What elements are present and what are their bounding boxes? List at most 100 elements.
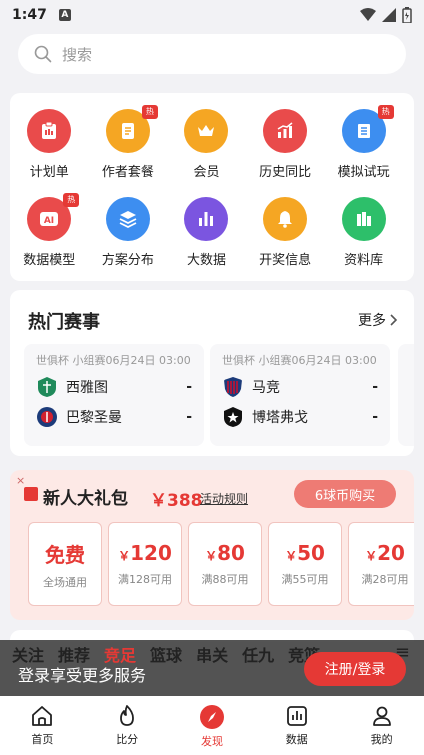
team-crest-icon bbox=[38, 377, 56, 397]
gift-price: ￥388 bbox=[150, 491, 203, 511]
bell-icon bbox=[263, 197, 308, 241]
grid-label: 计划单 bbox=[29, 165, 69, 180]
team-score: - bbox=[186, 409, 192, 425]
currency-symbol: ￥ bbox=[205, 549, 218, 563]
grid-item-history[interactable]: 历史同比 bbox=[246, 109, 325, 180]
team-score: - bbox=[372, 379, 378, 395]
away-team: 巴黎圣曼 - bbox=[36, 406, 196, 428]
home-team: 马竞 - bbox=[222, 376, 382, 398]
new-user-gift-package: × 新人大礼包 ￥388 活动规则 6球币购买 免费 全场通用 ￥120 满12… bbox=[10, 470, 414, 620]
library-icon bbox=[341, 197, 386, 241]
grid-item-distribution[interactable]: 方案分布 bbox=[89, 197, 168, 268]
team-crest-icon bbox=[224, 377, 242, 397]
nav-item-discover[interactable]: 发现 bbox=[170, 696, 255, 755]
status-icons bbox=[360, 7, 412, 23]
nav-item-data[interactable]: 数据 bbox=[254, 696, 339, 755]
team-name: 西雅图 bbox=[66, 380, 108, 396]
grid-item-plan[interactable]: 计划单 bbox=[10, 109, 89, 180]
close-icon[interactable]: × bbox=[16, 474, 25, 487]
trend-chart-icon bbox=[263, 109, 308, 153]
team-name: 巴黎圣曼 bbox=[66, 410, 122, 426]
ai-icon: AI 热 bbox=[27, 193, 80, 241]
coupon-value: 50 bbox=[297, 541, 325, 565]
grid-item-simulation[interactable]: 热 模拟试玩 bbox=[324, 105, 403, 180]
home-team: 西雅图 - bbox=[36, 376, 196, 398]
coupon-amount: ￥120 bbox=[118, 541, 172, 565]
grid-item-data-model[interactable]: AI 热 数据模型 bbox=[10, 193, 89, 268]
notification-icon: A bbox=[58, 9, 71, 21]
crown-icon bbox=[184, 109, 229, 153]
layers-icon bbox=[105, 197, 150, 241]
grid-item-lottery-info[interactable]: 开奖信息 bbox=[246, 197, 325, 268]
bar-chart-icon bbox=[184, 197, 229, 241]
rules-link[interactable]: 活动规则 bbox=[200, 490, 248, 507]
currency-symbol: ￥ bbox=[285, 549, 298, 563]
hot-badge: 热 bbox=[377, 105, 394, 119]
nav-item-score[interactable]: 比分 bbox=[85, 696, 170, 755]
coupon-card[interactable]: ￥50 满55可用 bbox=[268, 522, 342, 606]
team-score: - bbox=[186, 379, 192, 395]
coupon-card[interactable]: ￥120 满128可用 bbox=[108, 522, 182, 606]
register-login-button[interactable]: 注册/登录 bbox=[304, 652, 406, 686]
more-link[interactable]: 更多 bbox=[358, 310, 398, 330]
match-meta: 世俱杯 小组赛06月24日 03:00 bbox=[222, 354, 377, 367]
tab-renjiu[interactable]: 任九 bbox=[242, 642, 274, 666]
bottom-nav: 首页 比分 发现 数据 我的 bbox=[0, 696, 424, 755]
battery-icon bbox=[402, 7, 412, 23]
grid-item-library[interactable]: 资料库 bbox=[324, 197, 403, 268]
coupon-amount: 免费 bbox=[45, 542, 85, 567]
coupon-card[interactable]: 免费 全场通用 bbox=[28, 522, 102, 606]
nav-label: 比分 bbox=[116, 733, 139, 746]
coupon-card[interactable]: ￥20 满28可用 bbox=[348, 522, 414, 606]
signal-icon bbox=[382, 8, 396, 22]
coupon-condition: 满55可用 bbox=[281, 573, 329, 586]
coupon-condition: 满88可用 bbox=[201, 573, 249, 586]
tab-basketball[interactable]: 篮球 bbox=[150, 642, 182, 666]
status-time: 1:47 bbox=[12, 7, 47, 23]
search-input[interactable]: 搜索 bbox=[18, 34, 406, 74]
grid-item-big-data[interactable]: 大数据 bbox=[167, 197, 246, 268]
grid-label: 作者套餐 bbox=[101, 165, 154, 180]
coupon-value: 20 bbox=[377, 541, 405, 565]
team-crest-icon bbox=[37, 407, 57, 427]
coupon-card[interactable]: ￥80 满88可用 bbox=[188, 522, 262, 606]
hot-badge: 热 bbox=[141, 105, 158, 119]
match-card[interactable]: 世俱杯 小组赛06月24日 03:00 西雅图 - 巴黎圣曼 - bbox=[24, 344, 204, 446]
login-banner: 关注 推荐 竞足 篮球 串关 任九 竞篮 ≡ 登录享受更多服务 注册/登录 bbox=[0, 640, 424, 696]
home-icon bbox=[32, 706, 53, 726]
grid-label: 数据模型 bbox=[23, 253, 76, 268]
status-bar: 1:47 A bbox=[0, 0, 424, 30]
tab-parlay[interactable]: 串关 bbox=[196, 642, 228, 666]
coupon-value: 120 bbox=[130, 541, 172, 565]
book-icon: 热 bbox=[341, 105, 394, 153]
more-label: 更多 bbox=[358, 313, 386, 329]
feature-row-1: 计划单 热 作者套餐 会员 历史同比 热 模拟试玩 bbox=[10, 105, 414, 180]
grid-item-member[interactable]: 会员 bbox=[167, 109, 246, 180]
clipboard-icon bbox=[27, 109, 72, 153]
coupon-condition: 满28可用 bbox=[361, 573, 409, 586]
team-score: - bbox=[372, 409, 378, 425]
nav-item-me[interactable]: 我的 bbox=[339, 696, 424, 755]
team-name: 博塔弗戈 bbox=[252, 410, 308, 426]
away-team: 博塔弗戈 - bbox=[222, 406, 382, 428]
gift-title: 新人大礼包 bbox=[43, 489, 128, 509]
nav-label: 我的 bbox=[370, 733, 393, 746]
grid-label: 方案分布 bbox=[101, 253, 154, 268]
coupon-condition: 满128可用 bbox=[118, 573, 172, 586]
nav-item-home[interactable]: 首页 bbox=[0, 696, 85, 755]
grid-label: 开奖信息 bbox=[259, 253, 312, 268]
buy-button[interactable]: 6球币购买 bbox=[294, 480, 396, 508]
section-title: 热门赛事 bbox=[28, 312, 100, 333]
svg-text:AI: AI bbox=[44, 216, 54, 226]
document-icon: 热 bbox=[105, 105, 158, 153]
grid-label: 会员 bbox=[193, 165, 220, 180]
team-crest-icon bbox=[224, 407, 242, 427]
match-card-partial[interactable] bbox=[398, 344, 414, 446]
user-icon bbox=[372, 706, 391, 726]
coupon-amount: ￥50 bbox=[285, 541, 325, 565]
grid-item-author-package[interactable]: 热 作者套餐 bbox=[89, 105, 168, 180]
login-message: 登录享受更多服务 bbox=[18, 666, 147, 685]
match-card[interactable]: 世俱杯 小组赛06月24日 03:00 马竞 - 博塔弗戈 - bbox=[210, 344, 390, 446]
grid-label: 历史同比 bbox=[259, 165, 312, 180]
data-chart-icon bbox=[286, 706, 307, 726]
